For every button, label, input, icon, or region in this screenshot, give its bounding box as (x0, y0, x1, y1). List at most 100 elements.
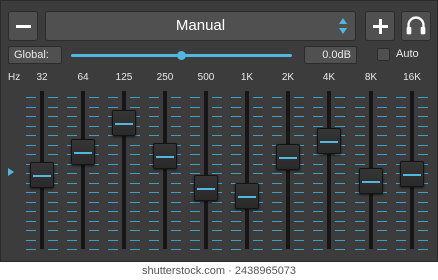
band-scale-tick (313, 164, 323, 165)
band-scale-tick (313, 154, 323, 155)
band-scale-tick (48, 126, 58, 127)
band-scale-tick (231, 164, 241, 165)
band-scale-tick (377, 202, 387, 203)
band-slider-track[interactable] (204, 91, 208, 249)
band-slider-thumb[interactable] (153, 143, 177, 169)
band-scale-tick (108, 164, 118, 165)
global-gain-slider-thumb[interactable] (177, 51, 186, 60)
band-scale-tick (149, 240, 159, 241)
band-scale-tick (67, 230, 77, 231)
band-slider-thumb[interactable] (359, 168, 383, 194)
band-scale-tick (67, 202, 77, 203)
band-scale-tick (418, 145, 428, 146)
band-scale-tick (272, 230, 282, 231)
band-label: 250 (156, 72, 174, 83)
band-scale-tick (335, 240, 345, 241)
band-scale-tick (253, 240, 263, 241)
band-slider-track[interactable] (286, 91, 290, 249)
band-scale-tick (335, 164, 345, 165)
band-scale-tick (355, 135, 365, 136)
band-scale-tick (294, 173, 304, 174)
band-scale-tick (130, 154, 140, 155)
band-slider-track[interactable] (163, 91, 167, 249)
band-scale-tick (335, 192, 345, 193)
band-scale-tick (108, 192, 118, 193)
band-label: 125 (115, 72, 133, 83)
band-slider-thumb[interactable] (235, 183, 259, 209)
band-scale-tick (171, 249, 181, 250)
band-slider-thumb[interactable] (112, 110, 136, 136)
band-scale-tick (67, 97, 77, 98)
band-scale-tick (190, 249, 200, 250)
remove-preset-button[interactable] (8, 11, 38, 41)
band-scale-tick (190, 230, 200, 231)
band-scale-tick (212, 240, 222, 241)
band-scale-tick (294, 240, 304, 241)
band-scale-tick (294, 107, 304, 108)
band-slider-thumb[interactable] (400, 161, 424, 187)
band-scale-tick (253, 126, 263, 127)
band-slider-track[interactable] (81, 91, 85, 249)
band-scale-tick (253, 230, 263, 231)
preset-select[interactable]: Manual (45, 11, 356, 41)
band-scale-tick (231, 230, 241, 231)
band-scale-tick (335, 211, 345, 212)
band-scale-tick (294, 135, 304, 136)
band-scale-tick (377, 97, 387, 98)
band-scale-tick (396, 126, 406, 127)
band-scale-tick (418, 202, 428, 203)
band-label: 16K (403, 72, 421, 83)
band-scale-tick (67, 173, 77, 174)
band-scale-tick (26, 240, 36, 241)
band-slider-thumb[interactable] (317, 128, 341, 154)
band-scale-tick (355, 164, 365, 165)
band-scale-tick (89, 202, 99, 203)
band-scale-tick (171, 116, 181, 117)
add-preset-button[interactable] (365, 11, 395, 41)
band-scale-tick (313, 126, 323, 127)
band-scale-tick (171, 126, 181, 127)
band-scale-tick (212, 211, 222, 212)
preset-value: Manual (175, 17, 226, 34)
band-scale-tick (272, 202, 282, 203)
band-scale-tick (89, 183, 99, 184)
band-slider-thumb[interactable] (71, 139, 95, 165)
band-slider-track[interactable] (327, 91, 331, 249)
band-scale-tick (272, 126, 282, 127)
band-scale-tick (26, 192, 36, 193)
band-scale-tick (108, 221, 118, 222)
band-scale-tick (130, 240, 140, 241)
auto-checkbox[interactable] (377, 48, 390, 61)
band-scale-tick (171, 240, 181, 241)
band-scale-tick (396, 192, 406, 193)
band-scale-tick (335, 116, 345, 117)
band-slider-thumb[interactable] (30, 162, 54, 188)
band-slider-thumb[interactable] (276, 144, 300, 170)
band-scale-tick (48, 240, 58, 241)
band-scale-tick (294, 211, 304, 212)
band-scale-tick (313, 173, 323, 174)
band-scale-tick (130, 173, 140, 174)
band-scale-tick (253, 154, 263, 155)
band-scale-tick (108, 240, 118, 241)
band-scale-tick (396, 116, 406, 117)
band-scale-tick (418, 135, 428, 136)
band-scale-tick (171, 221, 181, 222)
band-scale-tick (48, 154, 58, 155)
band-scale-tick (212, 107, 222, 108)
band-scale-tick (171, 183, 181, 184)
band-scale-tick (190, 164, 200, 165)
band-label: 8K (364, 72, 378, 83)
band-scale-tick (253, 249, 263, 250)
band-scale-tick (108, 202, 118, 203)
band-slider-track[interactable] (245, 91, 249, 249)
headphones-button[interactable] (401, 11, 431, 41)
band-scale-tick (67, 192, 77, 193)
band-scale-tick (171, 173, 181, 174)
band-scale-tick (335, 183, 345, 184)
band-scale-tick (335, 173, 345, 174)
band-scale-tick (26, 202, 36, 203)
band-scale-tick (26, 230, 36, 231)
band-scale-tick (355, 97, 365, 98)
band-slider-thumb[interactable] (194, 175, 218, 201)
